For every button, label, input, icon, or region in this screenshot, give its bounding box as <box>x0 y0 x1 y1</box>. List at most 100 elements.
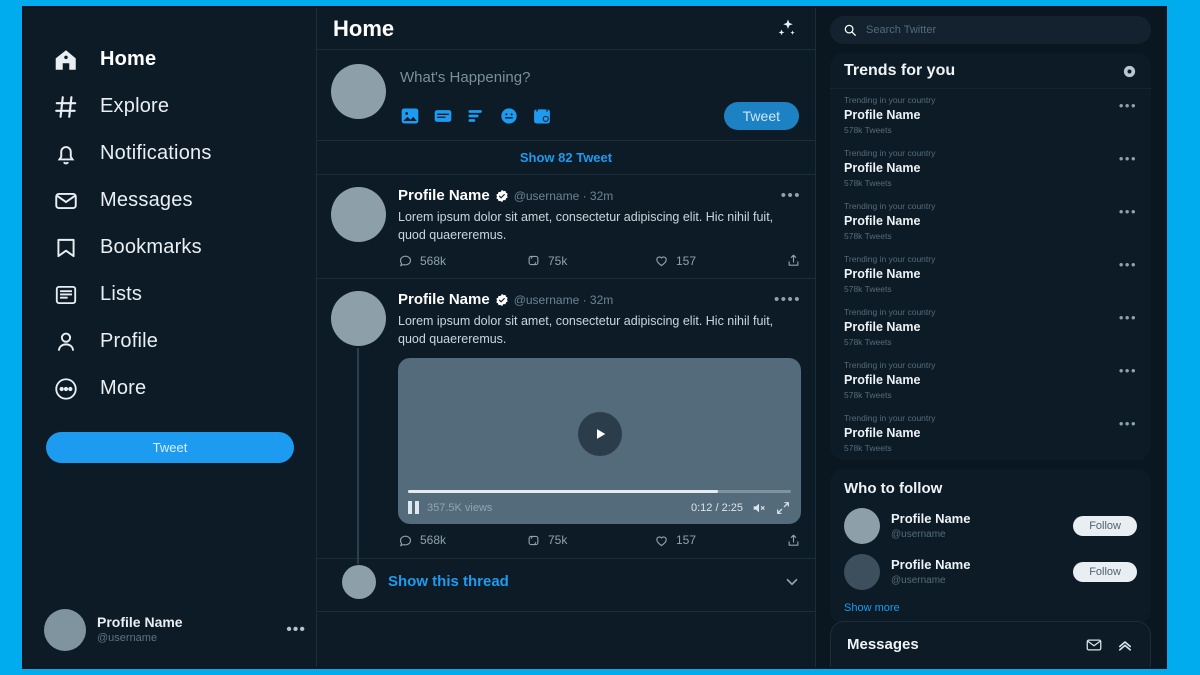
tweet-button-sidebar[interactable]: Tweet <box>46 432 294 463</box>
search-input[interactable]: Search Twitter <box>866 24 936 36</box>
verified-badge-icon <box>495 189 509 203</box>
follow-suggestion-item[interactable]: Profile Name @username Follow <box>830 549 1151 595</box>
trend-count: 578k Tweets <box>844 443 892 454</box>
trend-menu-icon[interactable]: ••• <box>1119 257 1137 272</box>
trend-menu-icon[interactable]: ••• <box>1119 204 1137 219</box>
person-icon <box>52 328 80 356</box>
sidebar-item-lists[interactable]: Lists <box>24 271 316 318</box>
fullscreen-icon[interactable] <box>775 500 791 516</box>
left-sidebar: Home Explore Notifications Messages Book <box>24 8 316 667</box>
trend-menu-icon[interactable]: ••• <box>1119 363 1137 378</box>
gif-icon[interactable] <box>433 106 453 126</box>
account-menu-icon[interactable]: ••• <box>286 621 306 639</box>
trend-name: Profile Name <box>844 372 921 387</box>
trends-header: Trends for you <box>830 53 1151 89</box>
retweet-icon <box>526 533 541 548</box>
sidebar-item-label: Lists <box>100 283 143 305</box>
tweet-item[interactable]: Profile Name @username · 32m ••• Lorem i… <box>317 175 815 280</box>
trend-count: 578k Tweets <box>844 231 892 242</box>
retweet-button[interactable]: 75k <box>526 253 654 268</box>
retweet-count: 75k <box>548 253 568 268</box>
video-timestamp: 0:12 / 2:25 <box>691 501 743 514</box>
reply-button[interactable]: 568k <box>398 533 526 548</box>
schedule-icon[interactable] <box>532 106 552 126</box>
trend-menu-icon[interactable]: ••• <box>1119 151 1137 166</box>
sidebar-item-home[interactable]: Home <box>24 36 316 83</box>
trend-category: Trending in your country <box>844 413 936 423</box>
trend-category: Trending in your country <box>844 307 936 317</box>
main-feed: Home What's Happening? Tweet Show 82 Twe… <box>316 8 816 667</box>
play-icon[interactable] <box>577 411 622 456</box>
trends-title: Trends for you <box>844 62 956 79</box>
show-thread-link[interactable]: Show this thread <box>388 573 509 590</box>
like-button[interactable]: 157 <box>654 253 782 268</box>
search-icon <box>843 23 857 37</box>
compose-box[interactable]: What's Happening? Tweet <box>317 50 815 141</box>
gear-icon[interactable] <box>1122 64 1137 79</box>
show-more-link[interactable]: Show more <box>830 595 1151 624</box>
trend-item[interactable]: Trending in your country Profile Name 57… <box>830 248 1151 301</box>
trend-name: Profile Name <box>844 266 921 281</box>
share-icon[interactable] <box>786 533 801 548</box>
follow-button[interactable]: Follow <box>1073 562 1137 582</box>
tweet-button-compose[interactable]: Tweet <box>723 102 799 130</box>
account-name: Profile Name <box>97 614 183 631</box>
trend-item[interactable]: Trending in your country Profile Name 57… <box>830 195 1151 248</box>
sidebar-account-switcher[interactable]: Profile Name @username ••• <box>44 609 306 651</box>
tweet-text: Lorem ipsum dolor sit amet, consectetur … <box>398 210 774 243</box>
trend-item[interactable]: Trending in your country Profile Name 57… <box>830 354 1151 407</box>
suggestion-name: Profile Name <box>891 511 971 527</box>
feed-header: Home <box>317 8 815 50</box>
poll-icon[interactable] <box>466 106 486 126</box>
tweet-video-player[interactable]: 357.5K views 0:12 / 2:25 <box>398 357 801 524</box>
heart-icon <box>654 533 669 548</box>
chevron-up-icon[interactable] <box>1116 636 1134 654</box>
messages-dock[interactable]: Messages <box>830 621 1151 667</box>
follow-suggestion-item[interactable]: Profile Name @username Follow <box>830 503 1151 549</box>
trend-item[interactable]: Trending in your country Profile Name 57… <box>830 407 1151 460</box>
trend-item[interactable]: Trending in your country Profile Name 57… <box>830 142 1151 195</box>
sidebar-item-profile[interactable]: Profile <box>24 318 316 365</box>
follow-button[interactable]: Follow <box>1073 516 1137 536</box>
emoji-icon[interactable] <box>499 106 519 126</box>
pause-icon[interactable] <box>408 501 419 514</box>
verified-badge-icon <box>495 293 509 307</box>
retweet-button[interactable]: 75k <box>526 533 654 548</box>
sidebar-item-label: More <box>100 377 147 399</box>
trend-name: Profile Name <box>844 319 921 334</box>
compose-actions: Tweet <box>400 102 799 130</box>
show-thread-row[interactable]: Show this thread <box>317 559 815 612</box>
hashtag-icon <box>52 93 80 121</box>
like-button[interactable]: 157 <box>654 533 782 548</box>
search-bar[interactable]: Search Twitter <box>830 16 1151 44</box>
suggestion-name: Profile Name <box>891 557 971 573</box>
share-icon[interactable] <box>786 253 801 268</box>
trend-menu-icon[interactable]: ••• <box>1119 310 1137 325</box>
show-new-tweets-link[interactable]: Show 82 Tweet <box>317 141 815 175</box>
image-icon[interactable] <box>400 106 420 126</box>
tweet-item[interactable]: Profile Name @username · 32m •••• Lorem … <box>317 279 815 564</box>
messages-dock-title: Messages <box>847 636 919 653</box>
reply-button[interactable]: 568k <box>398 253 526 268</box>
new-message-icon[interactable] <box>1085 636 1103 654</box>
compose-input[interactable]: What's Happening? <box>400 69 799 86</box>
trend-category: Trending in your country <box>844 360 936 370</box>
trend-count: 578k Tweets <box>844 337 892 348</box>
sidebar-item-more[interactable]: More <box>24 365 316 412</box>
sidebar-item-notifications[interactable]: Notifications <box>24 130 316 177</box>
tweet-menu-icon[interactable]: ••• <box>781 187 801 204</box>
chevron-down-icon[interactable] <box>783 573 801 591</box>
video-progress-bar[interactable] <box>408 489 791 493</box>
trend-menu-icon[interactable]: ••• <box>1119 98 1137 113</box>
trend-item[interactable]: Trending in your country Profile Name 57… <box>830 89 1151 142</box>
sidebar-item-messages[interactable]: Messages <box>24 177 316 224</box>
mute-icon[interactable] <box>751 500 767 516</box>
sidebar-item-explore[interactable]: Explore <box>24 83 316 130</box>
trend-item[interactable]: Trending in your country Profile Name 57… <box>830 301 1151 354</box>
tweet-menu-icon[interactable]: •••• <box>774 291 801 308</box>
trend-menu-icon[interactable]: ••• <box>1119 416 1137 431</box>
trend-name: Profile Name <box>844 160 921 175</box>
sidebar-item-bookmarks[interactable]: Bookmarks <box>24 224 316 271</box>
sparkle-icon[interactable] <box>775 17 799 41</box>
account-handle: @username <box>97 631 158 644</box>
